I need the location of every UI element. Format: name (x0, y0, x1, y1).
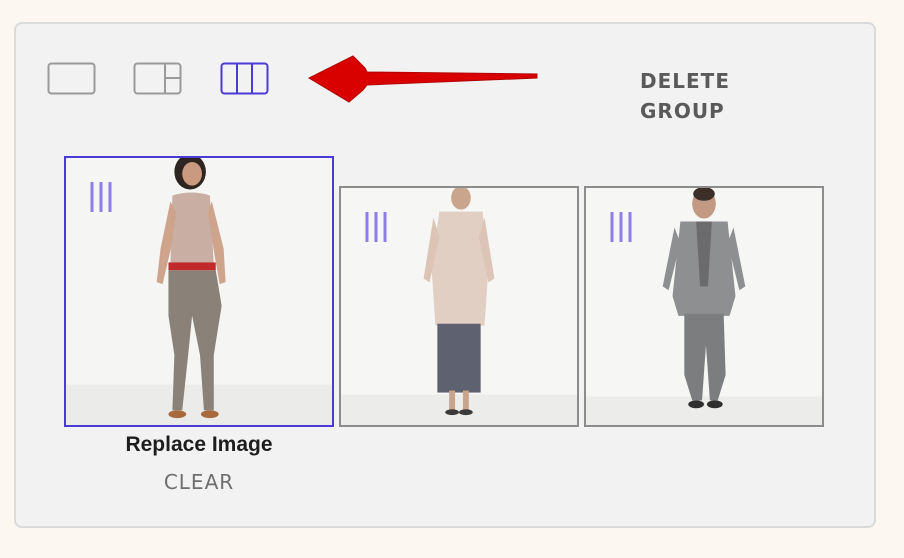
layout-thirds-button[interactable] (220, 62, 270, 96)
image-tile-1[interactable] (64, 156, 334, 427)
delete-group-button[interactable]: DELETE GROUP (640, 66, 815, 123)
drag-handle-icon[interactable] (608, 210, 634, 248)
clear-button[interactable]: CLEAR (64, 470, 334, 498)
layout-split-button[interactable] (133, 62, 183, 96)
drag-handle-icon[interactable] (363, 210, 389, 248)
split-layout-icon (133, 62, 182, 95)
drag-handle-icon[interactable] (88, 180, 114, 218)
replace-image-link[interactable]: Replace Image (64, 433, 334, 461)
image-tile-2[interactable] (339, 186, 579, 427)
single-column-layout-icon (47, 62, 96, 95)
layout-single-button[interactable] (47, 62, 97, 96)
annotation-arrow-icon (305, 52, 545, 112)
image-tile-3[interactable] (584, 186, 824, 427)
three-column-layout-icon (220, 62, 269, 95)
